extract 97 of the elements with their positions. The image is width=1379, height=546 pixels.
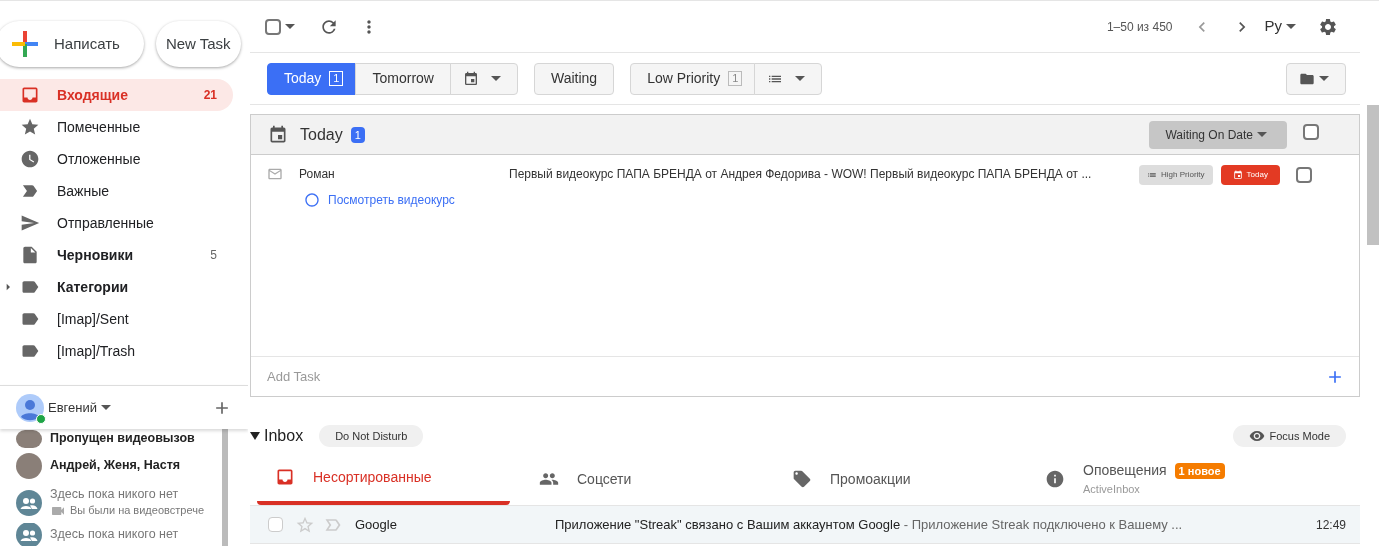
calendar-icon bbox=[1232, 170, 1243, 180]
eye-icon bbox=[1249, 428, 1266, 444]
plus-icon bbox=[12, 31, 38, 57]
chat-name: Здесь пока никого нет bbox=[50, 487, 180, 503]
inbox-icon bbox=[275, 467, 295, 487]
priority-tag[interactable]: High Priority bbox=[1139, 165, 1213, 185]
tab-subtitle: ActiveInbox bbox=[1083, 482, 1141, 498]
task-subject: Первый видеокурс ПАПА БРЕНДА от Андрея Федорива - WOW! Первый видеокурс ПАПА БРЕНДА от ... bbox=[509, 166, 1093, 183]
task-action-link[interactable]: Посмотреть видеокурс bbox=[328, 191, 455, 209]
sidebar-item[interactable]: Отправленные bbox=[0, 207, 233, 239]
message-time: 12:49 bbox=[1315, 516, 1346, 534]
scrollbar[interactable] bbox=[1367, 105, 1379, 245]
page-info: 1–50 из 450 bbox=[1106, 18, 1173, 36]
unread-count: 21 bbox=[203, 87, 217, 104]
folder-label: Черновики bbox=[57, 245, 134, 265]
sidebar-item[interactable]: [Imap]/Sent bbox=[0, 303, 233, 335]
inbox-icon bbox=[20, 85, 40, 105]
caret-icon bbox=[1286, 24, 1296, 29]
folder-label: Входящие bbox=[57, 85, 129, 105]
avatar-icon bbox=[16, 393, 44, 422]
filter-count: 1 bbox=[329, 71, 344, 86]
filter-tab[interactable]: Tomorrow bbox=[355, 62, 451, 95]
sidebar-item[interactable]: Входящие 21 bbox=[0, 79, 233, 111]
sidebar-item[interactable]: Отложенные bbox=[0, 143, 233, 175]
info-icon bbox=[1045, 469, 1065, 489]
filter-count: 1 bbox=[728, 71, 743, 86]
panel-title: Today bbox=[300, 124, 343, 145]
language-dropdown[interactable]: Ру bbox=[1264, 15, 1300, 38]
filter-tab[interactable]: Today 1 bbox=[267, 62, 357, 95]
mail-icon bbox=[267, 166, 283, 182]
chat-item[interactable]: Здесь пока никого нет bbox=[0, 523, 222, 546]
avatar-photo-placeholder bbox=[16, 430, 42, 448]
sidebar-item[interactable]: Важные bbox=[0, 175, 233, 207]
folder-label: Отправленные bbox=[57, 213, 155, 233]
tag-icon bbox=[792, 469, 812, 489]
folder-label: [Imap]/Sent bbox=[57, 309, 130, 329]
date-dropdown[interactable] bbox=[449, 62, 518, 95]
new-task-button[interactable]: New Task bbox=[155, 21, 241, 67]
checkbox[interactable] bbox=[1295, 167, 1312, 183]
category-tab[interactable]: Промоакции bbox=[774, 453, 1027, 505]
message-row[interactable]: Google Приложение "Streak" связано с Вашим аккаунтом Google - Приложение Streak подключено к Вашему ... 12:49 bbox=[250, 506, 1360, 544]
star-icon bbox=[20, 117, 40, 137]
filter-tab[interactable]: Waiting bbox=[533, 62, 615, 95]
category-tab[interactable]: Соцсети bbox=[521, 453, 774, 505]
calendar-icon bbox=[462, 70, 479, 87]
count-badge: 1 bbox=[350, 126, 365, 143]
caret-icon bbox=[100, 405, 111, 410]
folder-label: Важные bbox=[57, 181, 111, 201]
chat-subtitle: Вы были на видеовстрече bbox=[70, 503, 204, 518]
caret-icon bbox=[490, 76, 501, 81]
chat-item[interactable]: Пропущен видеовызов bbox=[0, 429, 222, 449]
triangle-icon bbox=[250, 432, 260, 440]
clock-icon bbox=[20, 149, 40, 169]
folder-label: Помеченные bbox=[57, 117, 142, 137]
settings-icon[interactable] bbox=[1318, 16, 1338, 37]
inbox-toggle[interactable]: Inbox bbox=[250, 424, 304, 448]
category-tab[interactable]: Оповещения 1 новое ActiveInbox bbox=[1027, 453, 1280, 505]
sidebar-item[interactable]: Черновики 5 bbox=[0, 239, 233, 271]
checkbox[interactable] bbox=[265, 18, 281, 35]
unread-count: 5 bbox=[210, 247, 217, 264]
avatar-photo-placeholder bbox=[16, 453, 42, 479]
list-icon bbox=[1147, 170, 1157, 180]
filter-tab[interactable]: Low Priority 1 bbox=[630, 62, 756, 95]
folder-label: Категории bbox=[57, 277, 130, 297]
sidebar-item[interactable]: Категории bbox=[0, 271, 233, 303]
add-task-field[interactable]: Add Task bbox=[267, 366, 1325, 387]
list-dropdown[interactable] bbox=[754, 62, 823, 95]
do-not-disturb-button[interactable]: Do Not Disturb bbox=[319, 425, 424, 447]
chat-name: Здесь пока никого нет bbox=[50, 527, 179, 543]
folder-label: Отложенные bbox=[57, 149, 142, 169]
group-avatar-icon bbox=[16, 490, 42, 516]
date-tag[interactable]: Today bbox=[1220, 165, 1280, 185]
compose-button[interactable]: Написать bbox=[0, 21, 144, 67]
message-sender: Google bbox=[355, 515, 398, 534]
caret-icon bbox=[1319, 76, 1329, 81]
sidebar-item[interactable]: [Imap]/Trash bbox=[0, 335, 233, 367]
sort-dropdown[interactable]: Waiting On Date bbox=[1149, 120, 1287, 149]
sidebar-item[interactable]: Помеченные bbox=[0, 111, 233, 143]
checkbox[interactable] bbox=[268, 517, 283, 532]
caret-icon bbox=[795, 76, 806, 81]
caret-icon bbox=[285, 24, 295, 29]
folder-label: [Imap]/Trash bbox=[57, 341, 137, 361]
send-icon bbox=[20, 213, 40, 233]
checkbox[interactable] bbox=[1303, 123, 1319, 140]
chat-item[interactable]: Андрей, Женя, Настя bbox=[0, 449, 222, 483]
chat-name: Пропущен видеовызов bbox=[50, 431, 195, 447]
chat-item[interactable]: Здесь пока никого нет Вы были на видеовстрече bbox=[0, 483, 222, 523]
message-subject: Приложение "Streak" связано с Вашим аккаунтом Google - Приложение Streak подключено к Вашему ... bbox=[555, 515, 1184, 534]
calendar-icon bbox=[268, 124, 288, 145]
caret-icon bbox=[1257, 132, 1267, 137]
focus-mode-button[interactable]: Focus Mode bbox=[1233, 425, 1346, 447]
task-sender: Роман bbox=[299, 166, 336, 183]
new-badge: 1 новое bbox=[1174, 462, 1225, 479]
folder-dropdown[interactable] bbox=[1286, 62, 1346, 95]
document-icon bbox=[20, 245, 40, 265]
chat-name: Андрей, Женя, Настя bbox=[50, 458, 181, 474]
user-name[interactable]: Евгений bbox=[48, 397, 97, 418]
